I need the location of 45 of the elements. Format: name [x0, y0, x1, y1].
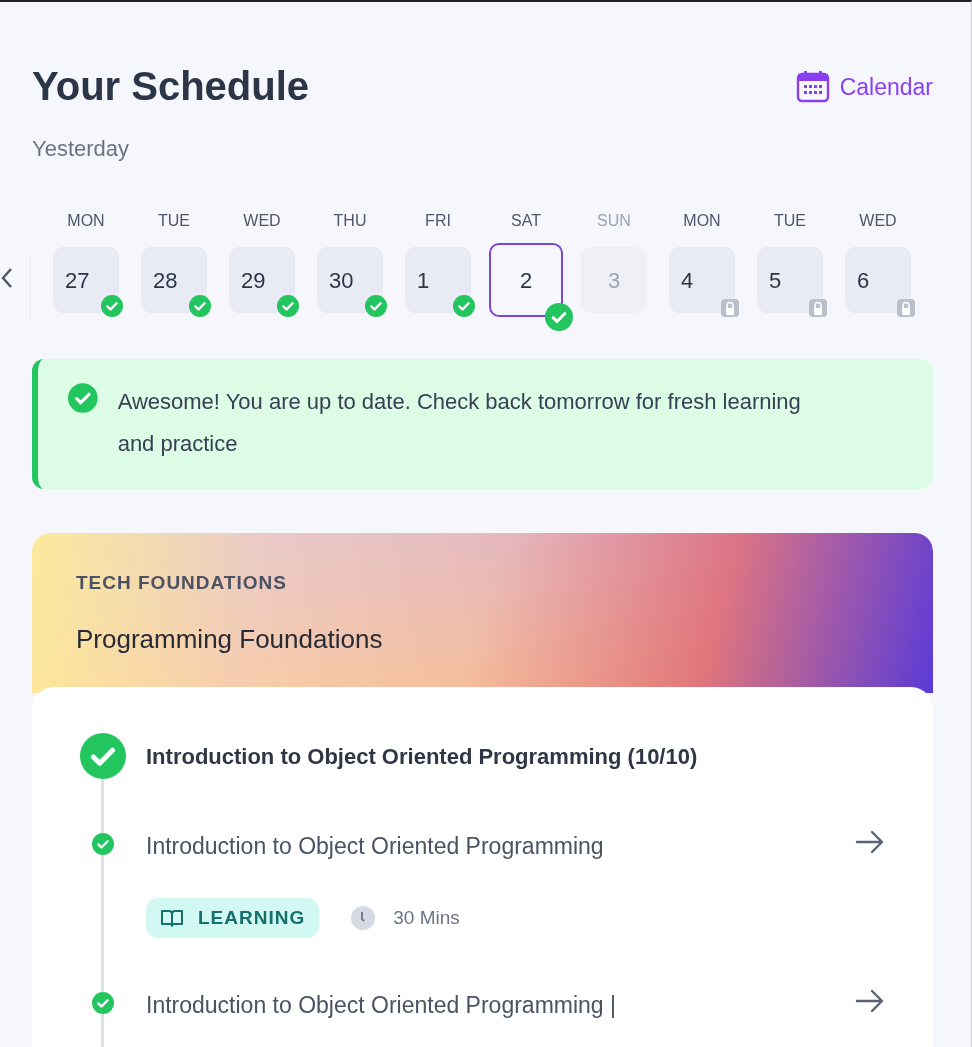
check-icon — [189, 295, 211, 317]
weekday-label: WED — [859, 211, 897, 231]
lock-icon — [897, 299, 915, 317]
day-cell[interactable]: 30 — [317, 247, 383, 313]
lesson-title: Introduction to Object Oriented Programming — [146, 832, 604, 861]
weekday-label: SAT — [511, 211, 541, 231]
arrow-button[interactable] — [855, 988, 885, 1013]
calendar-link[interactable]: Calendar — [795, 70, 933, 105]
lesson-tag: LEARNING — [146, 897, 320, 938]
check-icon — [68, 381, 98, 415]
duration-text: 30 Mins — [393, 905, 460, 930]
day-cell[interactable]: 6 — [845, 247, 911, 313]
clock-icon — [351, 905, 376, 930]
lock-icon — [809, 299, 827, 317]
book-icon — [160, 907, 184, 928]
weekday-label: THU — [333, 211, 367, 231]
check-icon — [277, 295, 299, 317]
page-title: Your Schedule — [32, 63, 310, 110]
lesson-title: Introduction to Object Oriented Programming | — [146, 991, 617, 1020]
weekday-label: MON — [683, 211, 721, 231]
check-icon — [101, 295, 123, 317]
arrow-button[interactable] — [855, 829, 885, 854]
subtitle: Yesterday — [32, 135, 131, 163]
course-category: TECH FOUNDATIONS — [76, 571, 288, 595]
day-cell[interactable]: 2 — [489, 243, 563, 317]
day-cell[interactable]: 28 — [141, 247, 207, 313]
day-cell[interactable]: 27 — [53, 247, 119, 313]
check-icon — [365, 295, 387, 317]
calendar-icon — [795, 70, 830, 105]
day-cell[interactable]: 5 — [757, 247, 823, 313]
weekday-label: FRI — [425, 211, 451, 231]
module-title: Introduction to Object Oriented Programming (10/10) — [146, 742, 698, 771]
weekday-label: TUE — [158, 211, 190, 231]
weekday-label: MON — [67, 211, 105, 231]
course-title: Programming Foundations — [76, 622, 384, 656]
check-icon — [453, 295, 475, 317]
weekday-label: WED — [243, 211, 281, 231]
day-cell[interactable]: 4 — [669, 247, 735, 313]
weekday-label: SUN — [597, 211, 631, 231]
lock-icon — [721, 299, 739, 317]
weekday-label: TUE — [774, 211, 806, 231]
alert-message: Awesome! You are up to date. Check back tomorrow for fresh learning and practice — [117, 388, 802, 458]
check-icon — [545, 303, 573, 331]
day-cell[interactable]: 29 — [229, 247, 295, 313]
day-cell[interactable]: 1 — [405, 247, 471, 313]
